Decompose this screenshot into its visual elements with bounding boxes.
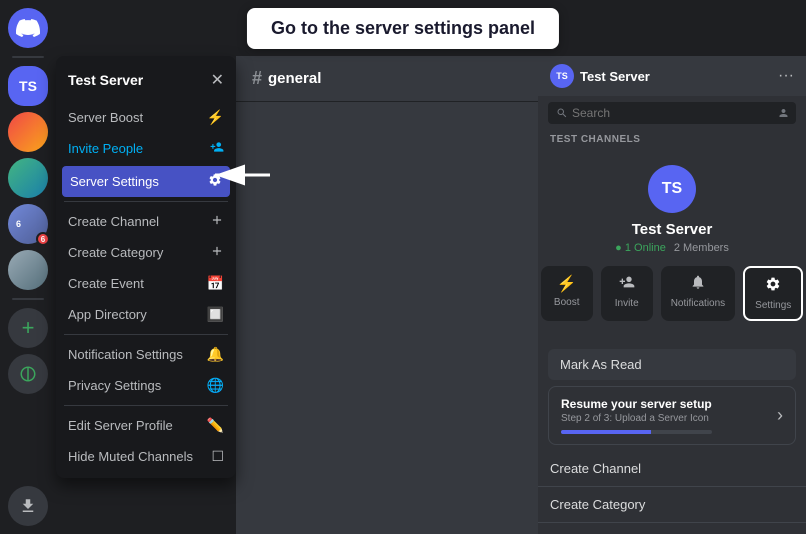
settings-icon xyxy=(208,173,222,190)
settings-action-label: Settings xyxy=(755,300,791,311)
progress-bar xyxy=(561,430,712,434)
resume-setup-title: Resume your server setup xyxy=(561,397,712,411)
instruction-banner: Go to the server settings panel xyxy=(247,8,559,49)
context-menu: Test Server ✕ Server Boost ⚡ Invite Peop… xyxy=(56,56,236,478)
menu-item-notification-settings[interactable]: Notification Settings 🔔 xyxy=(56,339,236,370)
menu-item-server-boost[interactable]: Server Boost ⚡ xyxy=(56,102,236,133)
right-panel-more-icon[interactable]: ··· xyxy=(778,67,794,85)
server-banner: TS Test Server ● 1 Online 2 Members ⚡ Bo… xyxy=(538,149,806,345)
channel-header: # general xyxy=(236,56,538,102)
right-panel-category-label: Test Channels xyxy=(538,130,806,149)
right-panel: TS Test Server ··· Test Channels TS Test… xyxy=(538,56,806,534)
menu-item-privacy-settings[interactable]: Privacy Settings 🌐 xyxy=(56,370,236,401)
discord-home-icon[interactable] xyxy=(8,8,48,48)
menu-divider-2 xyxy=(64,334,228,335)
server-icon-3[interactable]: 6 6 xyxy=(8,204,48,244)
menu-item-label: Invite People xyxy=(68,141,143,156)
right-panel-search[interactable] xyxy=(548,102,796,124)
right-menu-create-event[interactable]: Create Event xyxy=(538,523,806,534)
menu-item-label: Edit Server Profile xyxy=(68,418,173,433)
notifications-action-btn[interactable]: Notifications xyxy=(661,266,735,321)
menu-item-label: Server Boost xyxy=(68,110,143,125)
menu-item-invite-people[interactable]: Invite People xyxy=(56,133,236,164)
progress-fill xyxy=(561,430,651,434)
menu-item-app-directory[interactable]: App Directory 🔲 xyxy=(56,299,236,330)
invite-action-label: Invite xyxy=(615,298,639,309)
right-panel-search-input[interactable] xyxy=(572,106,776,120)
stat-members: 2 Members xyxy=(674,242,729,254)
server-stats: ● 1 Online 2 Members xyxy=(615,242,729,254)
menu-item-label: Privacy Settings xyxy=(68,378,161,393)
context-menu-header: Test Server ✕ xyxy=(56,62,236,98)
right-menu-create-category[interactable]: Create Category xyxy=(538,487,806,523)
menu-item-label: Create Channel xyxy=(68,214,159,229)
menu-divider-3 xyxy=(64,405,228,406)
context-menu-title: Test Server xyxy=(68,72,143,88)
server-name-large: Test Server xyxy=(632,221,713,238)
menu-item-create-category[interactable]: Create Category xyxy=(56,237,236,268)
mark-as-read-button[interactable]: Mark As Read xyxy=(548,349,796,380)
boost-action-label: Boost xyxy=(554,297,580,308)
create-category-icon xyxy=(210,244,224,261)
menu-item-server-settings[interactable]: Server Settings xyxy=(62,166,230,197)
separator xyxy=(12,56,44,58)
context-menu-close[interactable]: ✕ xyxy=(211,70,224,90)
server-initials: TS xyxy=(19,78,37,94)
invite-action-icon xyxy=(619,274,635,295)
discover-button[interactable] xyxy=(8,354,48,394)
app-dir-icon: 🔲 xyxy=(207,306,224,323)
boost-action-btn[interactable]: ⚡ Boost xyxy=(541,266,593,321)
privacy-icon: 🌐 xyxy=(207,377,224,394)
menu-item-hide-muted[interactable]: Hide Muted Channels ☐ xyxy=(56,441,236,472)
right-menu-create-channel[interactable]: Create Channel xyxy=(538,451,806,487)
right-panel-server-name: Test Server xyxy=(580,69,650,84)
download-button[interactable] xyxy=(8,486,48,526)
server-icon-1[interactable] xyxy=(8,112,48,152)
server-icon-2[interactable] xyxy=(8,158,48,198)
server-icon-ts[interactable]: TS xyxy=(8,66,48,106)
separator-2 xyxy=(12,298,44,300)
menu-item-label: Notification Settings xyxy=(68,347,183,362)
event-icon: 📅 xyxy=(207,275,224,292)
channel-name-text: general xyxy=(268,70,321,87)
notifications-action-label: Notifications xyxy=(671,298,725,309)
menu-item-create-channel[interactable]: Create Channel xyxy=(56,206,236,237)
server-icon-4[interactable] xyxy=(8,250,48,290)
chevron-right-icon: › xyxy=(777,405,783,426)
invite-icon xyxy=(210,140,224,157)
notification-badge: 6 xyxy=(36,232,50,246)
menu-divider xyxy=(64,201,228,202)
menu-item-create-event[interactable]: Create Event 📅 xyxy=(56,268,236,299)
right-panel-header: TS Test Server ··· xyxy=(538,56,806,96)
notification-icon: 🔔 xyxy=(207,346,224,363)
resume-setup-subtitle: Step 2 of 3: Upload a Server Icon xyxy=(561,413,712,424)
server-avatar-large: TS xyxy=(648,165,696,213)
add-server-button[interactable]: + xyxy=(8,308,48,348)
stat-online: ● 1 Online xyxy=(615,242,666,254)
resume-setup-card[interactable]: Resume your server setup Step 2 of 3: Up… xyxy=(548,386,796,445)
server-actions: ⚡ Boost Invite Notifications xyxy=(541,266,804,321)
settings-action-icon xyxy=(765,276,781,297)
channel-name: # general xyxy=(252,68,321,89)
main-chat-area: # general xyxy=(236,56,538,534)
menu-item-edit-server-profile[interactable]: Edit Server Profile ✏️ xyxy=(56,410,236,441)
boost-action-icon: ⚡ xyxy=(557,274,577,294)
settings-action-btn[interactable]: Settings xyxy=(743,266,803,321)
menu-item-label: Server Settings xyxy=(70,174,159,189)
menu-item-label: App Directory xyxy=(68,307,147,322)
notifications-action-icon xyxy=(690,274,706,295)
invite-action-btn[interactable]: Invite xyxy=(601,266,653,321)
menu-item-label: Hide Muted Channels xyxy=(68,449,193,464)
menu-item-label: Create Category xyxy=(68,245,163,260)
boost-icon: ⚡ xyxy=(207,109,224,126)
edit-icon: ✏️ xyxy=(207,417,224,434)
right-panel-server-avatar: TS xyxy=(550,64,574,88)
channel-hash-icon: # xyxy=(252,68,262,89)
checkbox-icon: ☐ xyxy=(211,448,224,465)
create-channel-icon xyxy=(210,213,224,230)
menu-item-label: Create Event xyxy=(68,276,144,291)
server-icons-bar: TS 6 6 + xyxy=(0,0,56,534)
